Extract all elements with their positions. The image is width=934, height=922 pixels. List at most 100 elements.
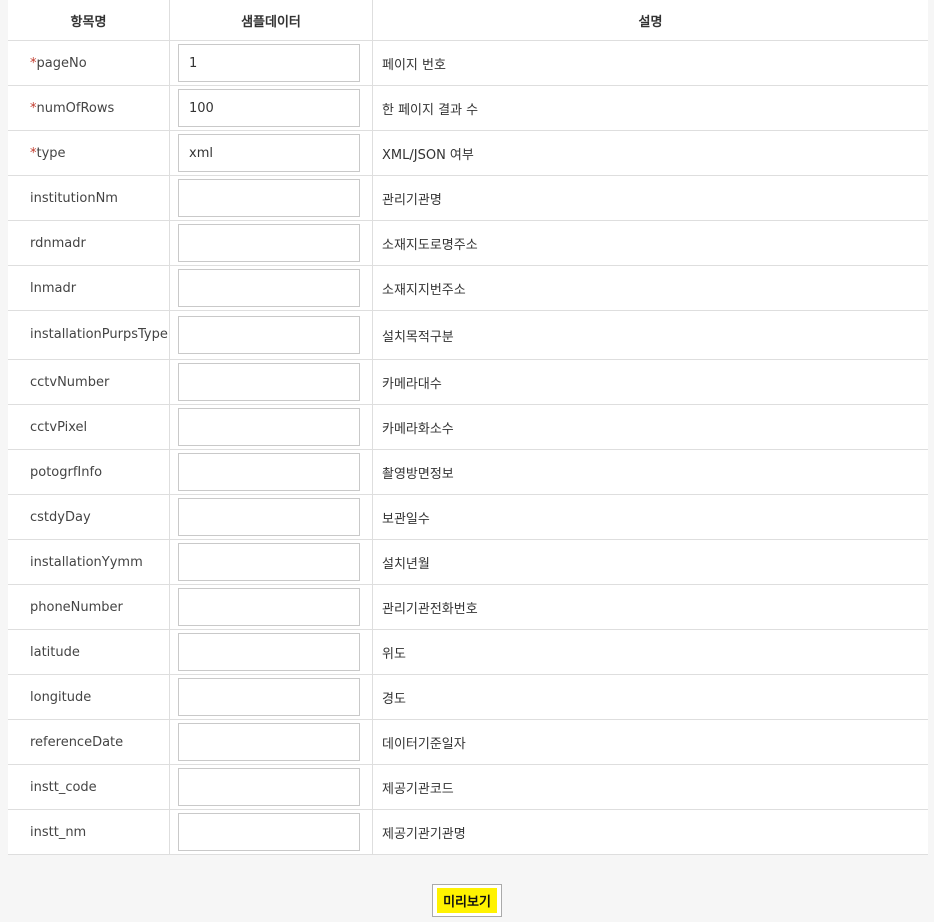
- table-row: instt_code 제공기관코드: [8, 764, 928, 810]
- sample-data-input-potogrfInfo[interactable]: [178, 453, 360, 491]
- param-name-cell: cctvPixel: [8, 404, 170, 450]
- sample-data-cell: [169, 809, 373, 855]
- param-name: lnmadr: [30, 280, 77, 296]
- param-description: 설치년월: [372, 539, 928, 585]
- sample-data-cell: [169, 764, 373, 810]
- param-name-cell: phoneNumber: [8, 584, 170, 630]
- sample-data-input-phoneNumber[interactable]: [178, 588, 360, 626]
- param-description: 관리기관전화번호: [372, 584, 928, 630]
- sample-data-input-lnmadr[interactable]: [178, 269, 360, 307]
- sample-data-cell: [169, 539, 373, 585]
- param-description: 촬영방면정보: [372, 449, 928, 495]
- sample-data-cell: [169, 130, 373, 176]
- sample-data-input-type[interactable]: [178, 134, 360, 172]
- param-name: cctvNumber: [30, 374, 110, 390]
- sample-data-input-numOfRows[interactable]: [178, 89, 360, 127]
- table-row: lnmadr 소재지지번주소: [8, 265, 928, 311]
- table-row: cstdyDay 보관일수: [8, 494, 928, 540]
- table-header-row: 항목명 샘플데이터 설명: [8, 0, 928, 41]
- request-parameter-table: 항목명 샘플데이터 설명 *pageNo 페이지 번호 *numOfRows 한 페이…: [8, 0, 928, 855]
- table-row: installationYymm 설치년월: [8, 539, 928, 585]
- param-description: 데이터기준일자: [372, 719, 928, 765]
- param-description: 소재지지번주소: [372, 265, 928, 311]
- param-name: installationYymm: [30, 554, 143, 570]
- table-row: instt_nm 제공기관기관명: [8, 809, 928, 855]
- sample-data-cell: [169, 85, 373, 131]
- header-sample-data: 샘플데이터: [169, 0, 373, 41]
- param-name: phoneNumber: [30, 599, 123, 615]
- table-row: *type XML/JSON 여부: [8, 130, 928, 176]
- param-description: 제공기관기관명: [372, 809, 928, 855]
- param-description: 관리기관명: [372, 175, 928, 221]
- param-name-cell: *numOfRows: [8, 85, 170, 131]
- param-name-cell: installationYymm: [8, 539, 170, 585]
- param-description: 소재지도로명주소: [372, 220, 928, 266]
- sample-data-cell: [169, 629, 373, 675]
- table-row: installationPurpsType 설치목적구분: [8, 310, 928, 360]
- sample-data-input-institutionNm[interactable]: [178, 179, 360, 217]
- sample-data-input-cctvNumber[interactable]: [178, 363, 360, 401]
- param-name-cell: lnmadr: [8, 265, 170, 311]
- sample-data-input-longitude[interactable]: [178, 678, 360, 716]
- param-description: 보관일수: [372, 494, 928, 540]
- param-name: instt_nm: [30, 824, 87, 840]
- button-area: 미리보기: [0, 884, 934, 917]
- table-row: *pageNo 페이지 번호: [8, 40, 928, 86]
- param-description: XML/JSON 여부: [372, 130, 928, 176]
- param-description: 설치목적구분: [372, 310, 928, 360]
- sample-data-cell: [169, 404, 373, 450]
- param-name-cell: *pageNo: [8, 40, 170, 86]
- param-name-cell: instt_nm: [8, 809, 170, 855]
- table-row: longitude 경도: [8, 674, 928, 720]
- sample-data-cell: [169, 265, 373, 311]
- table-row: latitude 위도: [8, 629, 928, 675]
- param-name: type: [36, 145, 66, 161]
- sample-data-cell: [169, 494, 373, 540]
- sample-data-input-cctvPixel[interactable]: [178, 408, 360, 446]
- sample-data-input-cstdyDay[interactable]: [178, 498, 360, 536]
- sample-data-cell: [169, 310, 373, 360]
- param-name: cstdyDay: [30, 509, 91, 525]
- sample-data-input-rdnmadr[interactable]: [178, 224, 360, 262]
- sample-data-cell: [169, 584, 373, 630]
- sample-data-input-installationYymm[interactable]: [178, 543, 360, 581]
- param-name: institutionNm: [30, 190, 118, 206]
- param-name-cell: potogrfInfo: [8, 449, 170, 495]
- param-name: instt_code: [30, 779, 97, 795]
- preview-button[interactable]: 미리보기: [432, 884, 502, 917]
- sample-data-input-referenceDate[interactable]: [178, 723, 360, 761]
- sample-data-cell: [169, 359, 373, 405]
- sample-data-cell: [169, 220, 373, 266]
- table-row: phoneNumber 관리기관전화번호: [8, 584, 928, 630]
- table-row: referenceDate 데이터기준일자: [8, 719, 928, 765]
- param-description: 한 페이지 결과 수: [372, 85, 928, 131]
- param-name: installationPurpsType: [30, 327, 168, 342]
- header-item-name: 항목명: [8, 0, 170, 41]
- table-row: *numOfRows 한 페이지 결과 수: [8, 85, 928, 131]
- sample-data-cell: [169, 40, 373, 86]
- param-description: 카메라화소수: [372, 404, 928, 450]
- param-description: 카메라대수: [372, 359, 928, 405]
- preview-button-label: 미리보기: [437, 888, 497, 913]
- sample-data-input-installationPurpsType[interactable]: [178, 316, 360, 354]
- param-name-cell: *type: [8, 130, 170, 176]
- sample-data-cell: [169, 674, 373, 720]
- param-name: numOfRows: [36, 100, 115, 116]
- header-description: 설명: [372, 0, 928, 41]
- sample-data-input-instt_code[interactable]: [178, 768, 360, 806]
- param-name-cell: rdnmadr: [8, 220, 170, 266]
- sample-data-input-latitude[interactable]: [178, 633, 360, 671]
- param-name: rdnmadr: [30, 235, 86, 251]
- param-name-cell: latitude: [8, 629, 170, 675]
- param-description: 경도: [372, 674, 928, 720]
- param-name: longitude: [30, 689, 92, 705]
- param-description: 위도: [372, 629, 928, 675]
- param-name-cell: referenceDate: [8, 719, 170, 765]
- param-name-cell: longitude: [8, 674, 170, 720]
- sample-data-cell: [169, 175, 373, 221]
- sample-data-input-instt_nm[interactable]: [178, 813, 360, 851]
- param-description: 제공기관코드: [372, 764, 928, 810]
- param-name-cell: installationPurpsType: [8, 310, 170, 360]
- sample-data-input-pageNo[interactable]: [178, 44, 360, 82]
- table-row: cctvNumber 카메라대수: [8, 359, 928, 405]
